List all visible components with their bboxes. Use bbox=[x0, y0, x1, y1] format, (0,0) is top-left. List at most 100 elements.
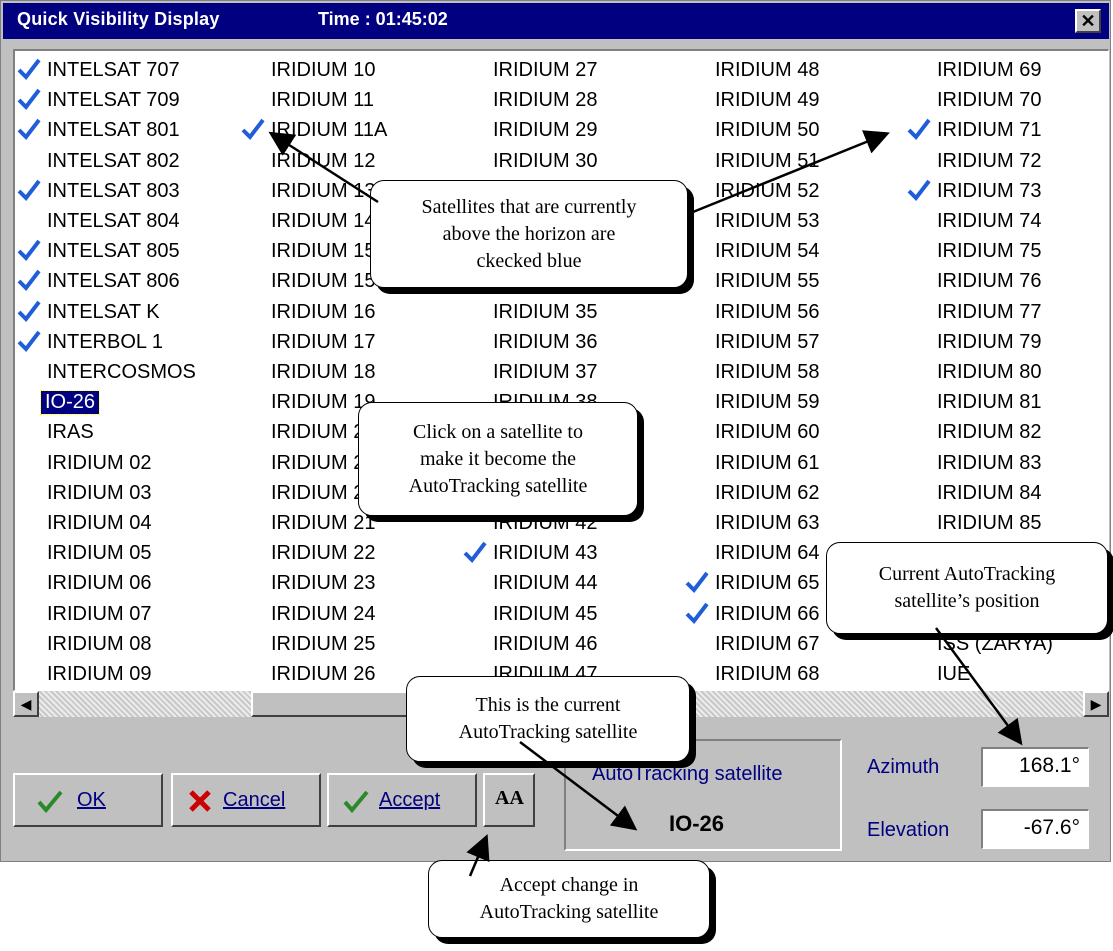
satellite-item[interactable]: IRIDIUM 79 bbox=[907, 327, 1108, 357]
satellite-item[interactable]: IRIDIUM 76 bbox=[907, 266, 1108, 296]
satellite-item[interactable]: INTELSAT 805 bbox=[17, 236, 239, 266]
satellite-item[interactable]: IRIDIUM 16 bbox=[241, 297, 463, 327]
satellite-item[interactable]: IRIDIUM 69 bbox=[907, 55, 1108, 85]
satellite-item[interactable]: IRIDIUM 57 bbox=[685, 327, 907, 357]
satellite-item[interactable]: IRIDIUM 83 bbox=[907, 448, 1108, 478]
satellite-item[interactable]: IRIDIUM 51 bbox=[685, 146, 907, 176]
satellite-item[interactable]: IRIDIUM 52 bbox=[685, 176, 907, 206]
satellite-item[interactable]: IRIDIUM 11 bbox=[241, 85, 463, 115]
satellite-item[interactable]: IRIDIUM 53 bbox=[685, 206, 907, 236]
satellite-name: IRIDIUM 58 bbox=[715, 361, 820, 383]
satellite-item[interactable]: IRIDIUM 10 bbox=[241, 55, 463, 85]
cancel-button[interactable]: Cancel bbox=[171, 773, 321, 827]
arrow-left-icon: ◀ bbox=[20, 696, 32, 712]
satellite-name: IRIDIUM 17 bbox=[271, 330, 376, 353]
satellite-name: IRIDIUM 02 bbox=[47, 451, 152, 474]
satellite-item[interactable]: IO-26 bbox=[17, 387, 239, 417]
scroll-thumb[interactable] bbox=[251, 691, 421, 717]
satellite-item[interactable]: IRIDIUM 70 bbox=[907, 85, 1108, 115]
satellite-item[interactable]: IRIDIUM 85 bbox=[907, 508, 1108, 538]
satellite-item[interactable]: IRIDIUM 23 bbox=[241, 568, 463, 598]
satellite-item[interactable]: IRAS bbox=[17, 417, 239, 447]
font-button[interactable]: AA bbox=[483, 773, 535, 827]
satellite-item[interactable]: IRIDIUM 07 bbox=[17, 599, 239, 629]
satellite-item[interactable]: IRIDIUM 62 bbox=[685, 478, 907, 508]
satellite-item[interactable]: IRIDIUM 60 bbox=[685, 417, 907, 447]
satellite-item[interactable]: IRIDIUM 09 bbox=[17, 659, 239, 689]
satellite-item[interactable]: IRIDIUM 11A bbox=[241, 115, 463, 145]
satellite-item[interactable]: INTELSAT 804 bbox=[17, 206, 239, 236]
satellite-item[interactable]: IRIDIUM 58 bbox=[685, 357, 907, 387]
satellite-item[interactable]: IRIDIUM 72 bbox=[907, 146, 1108, 176]
visible-check-icon bbox=[685, 602, 709, 624]
satellite-item[interactable]: IRIDIUM 37 bbox=[463, 357, 685, 387]
satellite-item[interactable]: IRIDIUM 48 bbox=[685, 55, 907, 85]
satellite-item[interactable]: IRIDIUM 55 bbox=[685, 266, 907, 296]
satellite-name: IRIDIUM 67 bbox=[715, 632, 820, 655]
satellite-item[interactable]: IRIDIUM 84 bbox=[907, 478, 1108, 508]
satellite-item[interactable]: IRIDIUM 44 bbox=[463, 568, 685, 598]
satellite-item[interactable]: IRIDIUM 03 bbox=[17, 478, 239, 508]
satellite-item[interactable]: INTELSAT K bbox=[17, 297, 239, 327]
satellite-item[interactable]: IRIDIUM 36 bbox=[463, 327, 685, 357]
satellite-item[interactable]: IRIDIUM 43 bbox=[463, 538, 685, 568]
satellite-name: IRIDIUM 55 bbox=[715, 270, 820, 293]
satellite-item[interactable]: IRIDIUM 54 bbox=[685, 236, 907, 266]
satellite-item[interactable]: IRIDIUM 04 bbox=[17, 508, 239, 538]
satellite-item[interactable]: INTELSAT 801 bbox=[17, 115, 239, 145]
satellite-item[interactable]: IRIDIUM 75 bbox=[907, 236, 1108, 266]
title-bar[interactable]: Quick Visibility Display Time : 01:45:02… bbox=[3, 3, 1109, 39]
satellite-item[interactable]: IRIDIUM 22 bbox=[241, 538, 463, 568]
satellite-name: IRIDIUM 65 bbox=[715, 572, 820, 595]
satellite-item[interactable]: IRIDIUM 80 bbox=[907, 357, 1108, 387]
satellite-item[interactable]: IRIDIUM 81 bbox=[907, 387, 1108, 417]
satellite-item[interactable]: IRIDIUM 50 bbox=[685, 115, 907, 145]
satellite-name: IRIDIUM 82 bbox=[937, 421, 1042, 444]
satellite-item[interactable]: IRIDIUM 06 bbox=[17, 568, 239, 598]
satellite-item[interactable]: IRIDIUM 61 bbox=[685, 448, 907, 478]
ok-button[interactable]: OK bbox=[13, 773, 163, 827]
satellite-item[interactable]: IRIDIUM 59 bbox=[685, 387, 907, 417]
satellite-item[interactable]: IRIDIUM 18 bbox=[241, 357, 463, 387]
satellite-item[interactable]: IRIDIUM 35 bbox=[463, 297, 685, 327]
satellite-name: IRIDIUM 69 bbox=[937, 59, 1042, 81]
satellite-item[interactable]: INTERCOSMOS bbox=[17, 357, 239, 387]
satellite-item[interactable]: IRIDIUM 71 bbox=[907, 115, 1108, 145]
satellite-item[interactable]: IRIDIUM 24 bbox=[241, 599, 463, 629]
satellite-item[interactable]: INTERBOL 1 bbox=[17, 327, 239, 357]
satellite-item[interactable]: IRIDIUM 12 bbox=[241, 146, 463, 176]
satellite-item[interactable]: IRIDIUM 77 bbox=[907, 297, 1108, 327]
satellite-item[interactable]: IRIDIUM 56 bbox=[685, 297, 907, 327]
satellite-item[interactable]: IRIDIUM 17 bbox=[241, 327, 463, 357]
satellite-item[interactable]: IRIDIUM 63 bbox=[685, 508, 907, 538]
azimuth-label: Azimuth bbox=[867, 756, 940, 778]
satellite-item[interactable]: INTELSAT 709 bbox=[17, 85, 239, 115]
satellite-item[interactable]: IRIDIUM 46 bbox=[463, 629, 685, 659]
font-icon: AA bbox=[495, 787, 524, 809]
satellite-item[interactable]: IRIDIUM 08 bbox=[17, 629, 239, 659]
scroll-left-button[interactable]: ◀ bbox=[13, 691, 39, 717]
satellite-item[interactable]: IRIDIUM 29 bbox=[463, 115, 685, 145]
satellite-item[interactable]: INTELSAT 806 bbox=[17, 266, 239, 296]
satellite-item[interactable]: IUE bbox=[907, 659, 1108, 689]
satellite-item[interactable]: IRIDIUM 05 bbox=[17, 538, 239, 568]
satellite-item[interactable]: INTELSAT 802 bbox=[17, 146, 239, 176]
ok-label: OK bbox=[77, 789, 106, 811]
satellite-item[interactable]: IRIDIUM 25 bbox=[241, 629, 463, 659]
close-icon: ✕ bbox=[1080, 11, 1096, 31]
satellite-item[interactable]: IRIDIUM 02 bbox=[17, 448, 239, 478]
satellite-item[interactable]: IRIDIUM 73 bbox=[907, 176, 1108, 206]
close-button[interactable]: ✕ bbox=[1075, 9, 1101, 33]
satellite-item[interactable]: IRIDIUM 30 bbox=[463, 146, 685, 176]
satellite-item[interactable]: IRIDIUM 28 bbox=[463, 85, 685, 115]
satellite-item[interactable]: IRIDIUM 45 bbox=[463, 599, 685, 629]
satellite-item[interactable]: IRIDIUM 49 bbox=[685, 85, 907, 115]
satellite-item[interactable]: INTELSAT 803 bbox=[17, 176, 239, 206]
accept-button[interactable]: Accept bbox=[327, 773, 477, 827]
satellite-item[interactable]: IRIDIUM 74 bbox=[907, 206, 1108, 236]
satellite-item[interactable]: INTELSAT 707 bbox=[17, 55, 239, 85]
satellite-item[interactable]: IRIDIUM 68 bbox=[685, 659, 907, 689]
satellite-item[interactable]: IRIDIUM 82 bbox=[907, 417, 1108, 447]
scroll-right-button[interactable]: ▶ bbox=[1083, 691, 1109, 717]
satellite-item[interactable]: IRIDIUM 27 bbox=[463, 55, 685, 85]
